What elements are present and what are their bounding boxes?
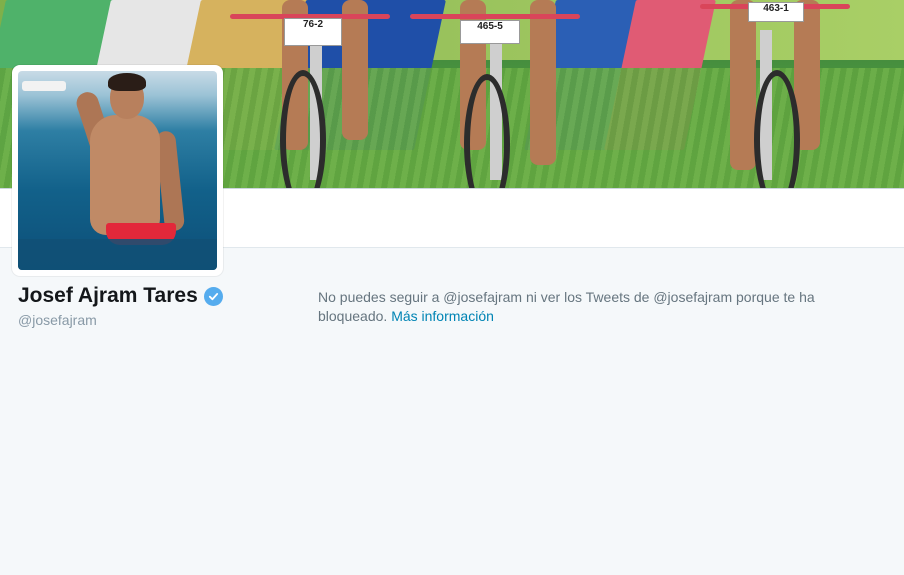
banner-rider: 463-1 (700, 0, 850, 188)
race-plate: 463-1 (748, 2, 804, 22)
avatar-figure-hair (108, 73, 146, 91)
profile-handle[interactable]: @josefajram (18, 312, 223, 328)
blocked-notice: No puedes seguir a @josefajram ni ver lo… (318, 288, 858, 326)
profile-avatar[interactable] (12, 65, 223, 276)
more-info-link[interactable]: Más información (391, 308, 494, 324)
profile-name[interactable]: Josef Ajram Tares (18, 284, 198, 308)
banner-rider: 465-5 (410, 0, 580, 188)
avatar-boat (22, 81, 66, 91)
avatar-image (18, 71, 217, 270)
profile-name-row: Josef Ajram Tares (18, 284, 223, 308)
profile-card: Josef Ajram Tares @josefajram (18, 284, 223, 328)
banner-rider: 76-2 (230, 0, 390, 188)
avatar-water (18, 239, 217, 270)
avatar-figure-torso (90, 115, 160, 235)
verified-badge-icon (203, 286, 223, 306)
race-plate: 465-5 (460, 20, 520, 44)
race-plate: 76-2 (284, 18, 342, 46)
